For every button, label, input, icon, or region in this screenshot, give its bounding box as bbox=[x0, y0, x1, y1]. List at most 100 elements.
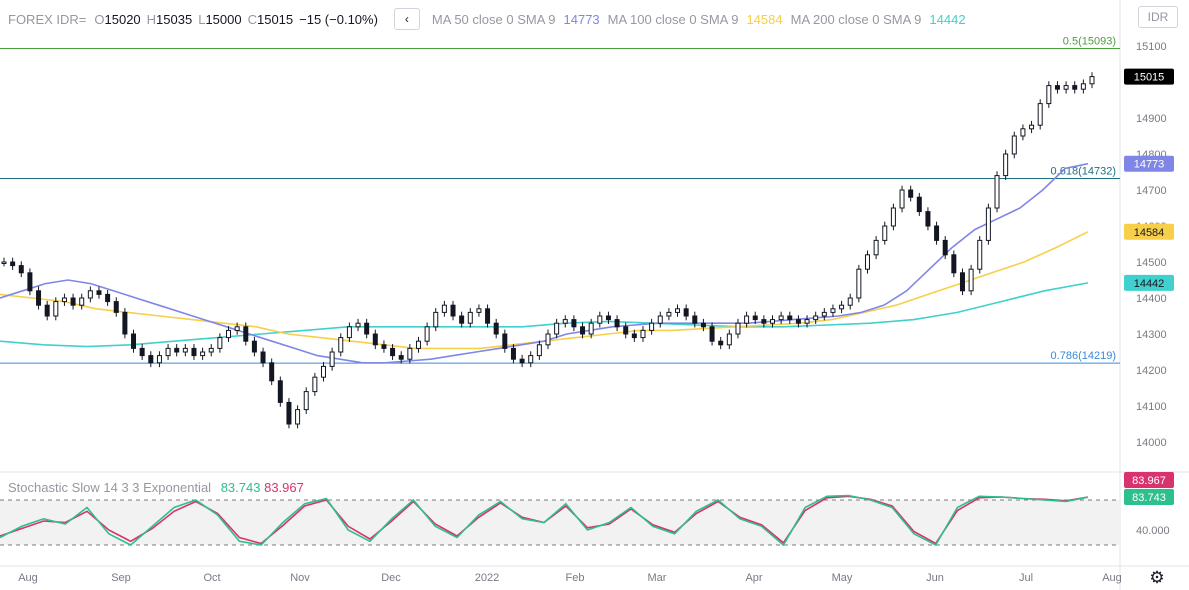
candle-body bbox=[1003, 153, 1009, 177]
candle-body bbox=[200, 351, 206, 357]
x-tick-label: Aug bbox=[18, 572, 38, 584]
candle-body bbox=[303, 391, 309, 411]
candle-body bbox=[787, 315, 793, 321]
y-tick-label: 14200 bbox=[1136, 365, 1167, 377]
fib-level-label: 0.786(14219) bbox=[1051, 350, 1116, 362]
candle-body bbox=[795, 319, 801, 324]
x-tick-label: 2022 bbox=[475, 572, 499, 584]
candle-body bbox=[813, 315, 819, 321]
candle-body bbox=[959, 272, 965, 292]
candle-body bbox=[441, 304, 447, 313]
candle-body bbox=[459, 315, 465, 324]
candle-body bbox=[18, 265, 24, 274]
candle-body bbox=[890, 207, 896, 227]
candle-body bbox=[338, 337, 344, 353]
y-tick-label: 14000 bbox=[1136, 437, 1167, 449]
candle-body bbox=[217, 337, 223, 349]
candle-body bbox=[856, 268, 862, 299]
candle-body bbox=[726, 333, 732, 346]
candle-body bbox=[87, 290, 93, 299]
candle-body bbox=[657, 315, 663, 324]
stochastic-d-value: 83.967 bbox=[264, 480, 304, 495]
candle-body bbox=[640, 329, 646, 339]
candle-body bbox=[830, 308, 836, 313]
x-tick-label: Sep bbox=[111, 572, 131, 584]
candle-body bbox=[934, 225, 940, 241]
candle-body bbox=[96, 290, 102, 295]
candle-body bbox=[908, 189, 914, 198]
candle-body bbox=[580, 326, 586, 335]
candle-body bbox=[821, 311, 827, 317]
candle-body bbox=[364, 322, 370, 335]
candle-body bbox=[675, 308, 681, 313]
candle-body bbox=[476, 308, 482, 313]
candle-body bbox=[329, 351, 335, 367]
candle-body bbox=[1011, 135, 1017, 155]
candle-body bbox=[571, 319, 577, 328]
y-tick-label: 14400 bbox=[1136, 293, 1167, 305]
x-tick-label: Nov bbox=[290, 572, 310, 584]
candle-body bbox=[381, 344, 387, 349]
stochastic-band bbox=[0, 500, 1120, 545]
candle-body bbox=[519, 358, 525, 364]
candle-body bbox=[536, 344, 542, 357]
candle-body bbox=[433, 311, 439, 328]
candle-body bbox=[131, 333, 137, 349]
x-tick-label: Aug bbox=[1102, 572, 1122, 584]
ma50-price-label: 14773 bbox=[1134, 159, 1165, 171]
candle-body bbox=[761, 319, 767, 324]
candle-body bbox=[390, 347, 396, 357]
y-tick-label: 14900 bbox=[1136, 113, 1167, 125]
candle-body bbox=[269, 362, 275, 382]
candle-body bbox=[277, 380, 283, 403]
y-tick-label: 14300 bbox=[1136, 329, 1167, 341]
candle-body bbox=[666, 311, 672, 317]
candle-body bbox=[873, 239, 879, 256]
y-tick-label: 14700 bbox=[1136, 185, 1167, 197]
candle-body bbox=[1063, 85, 1069, 90]
candle-body bbox=[951, 254, 957, 274]
candle-body bbox=[10, 261, 16, 267]
gear-icon[interactable]: ⚙ bbox=[1147, 568, 1167, 588]
stochastic-label: Stochastic Slow 14 3 3 Exponential bbox=[8, 480, 212, 495]
candle-body bbox=[398, 355, 404, 360]
candle-body bbox=[1029, 124, 1035, 130]
ma100-price-label: 14584 bbox=[1134, 227, 1165, 239]
x-tick-label: May bbox=[832, 572, 853, 584]
candle-body bbox=[70, 297, 76, 306]
candle-body bbox=[44, 304, 50, 317]
candle-body bbox=[105, 293, 111, 303]
candle-body bbox=[839, 304, 845, 310]
candle-body bbox=[614, 319, 620, 328]
candle-body bbox=[649, 322, 655, 331]
candle-body bbox=[139, 347, 145, 357]
candle-body bbox=[450, 304, 456, 317]
candle-body bbox=[864, 254, 870, 270]
x-tick-label: Jul bbox=[1019, 572, 1033, 584]
y-tick-label: 14100 bbox=[1136, 401, 1167, 413]
candle-body bbox=[165, 347, 171, 357]
candle-body bbox=[1020, 128, 1026, 137]
candle-body bbox=[234, 326, 240, 331]
candle-body bbox=[1046, 85, 1052, 105]
candle-body bbox=[79, 297, 85, 306]
candle-body bbox=[562, 319, 568, 324]
candle-body bbox=[122, 311, 128, 335]
candle-body bbox=[597, 315, 603, 324]
candle-body bbox=[174, 347, 180, 353]
ma50-line bbox=[0, 162, 1089, 364]
price-chart[interactable]: 1510014900148001470014600145001440014300… bbox=[0, 0, 1189, 590]
candle-body bbox=[312, 376, 318, 393]
last-price-label: 15015 bbox=[1134, 72, 1165, 84]
stochastic-k-price-label: 83.743 bbox=[1132, 492, 1166, 504]
candle-body bbox=[61, 297, 67, 303]
candle-body bbox=[683, 308, 689, 317]
candle-body bbox=[692, 315, 698, 324]
candle-body bbox=[286, 401, 292, 425]
candle-body bbox=[899, 189, 905, 209]
candle-body bbox=[346, 326, 352, 339]
candle-body bbox=[605, 315, 611, 321]
ma100-line bbox=[0, 231, 1089, 350]
candle-body bbox=[467, 311, 473, 324]
candle-body bbox=[208, 347, 214, 353]
